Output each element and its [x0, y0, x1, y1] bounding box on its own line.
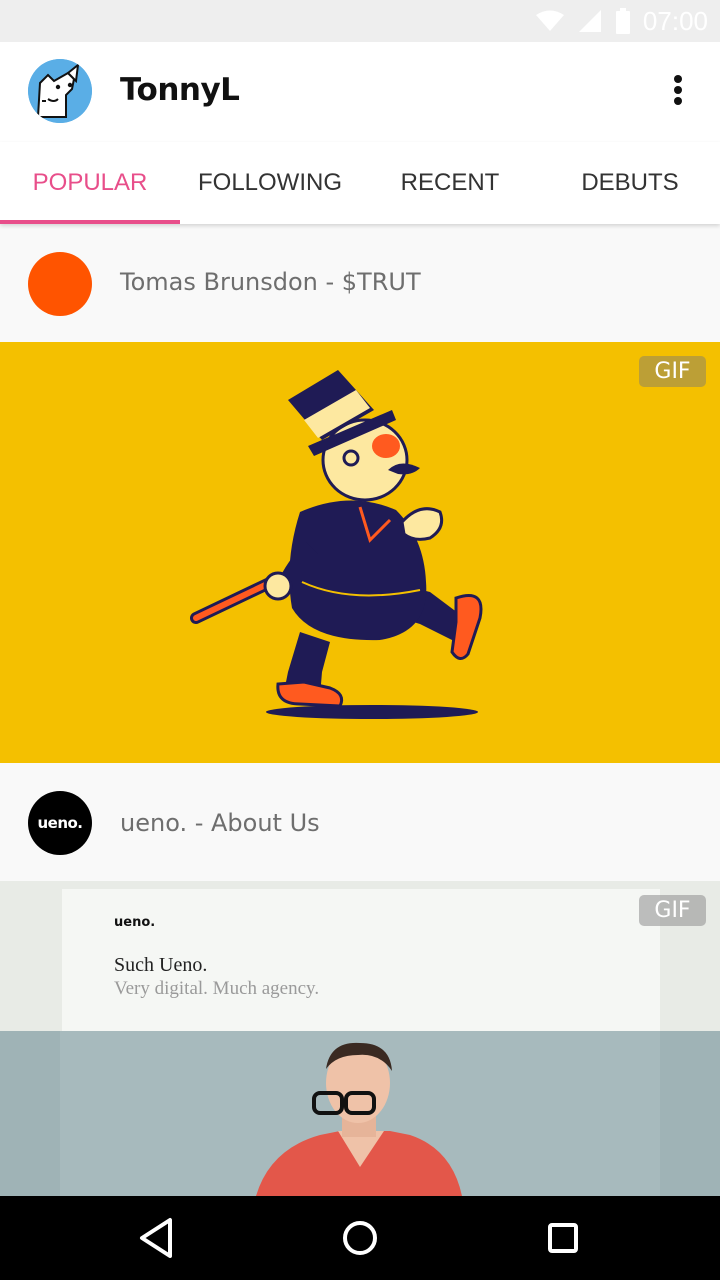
walking-gentleman-illustration	[190, 370, 483, 719]
app-bar: TonnyL	[0, 42, 720, 142]
preview-headline: Such Ueno.	[114, 954, 208, 976]
shot-title: ueno. - About Us	[120, 809, 320, 837]
shot-image[interactable]: GIF	[0, 342, 720, 763]
shot-header[interactable]: ueno. ueno. - About Us	[0, 763, 720, 881]
gif-badge: GIF	[639, 356, 706, 387]
shot-title: Tomas Brunsdon - $TRUT	[120, 268, 421, 296]
app-title: TonnyL	[120, 72, 240, 108]
more-vert-icon[interactable]	[666, 72, 690, 112]
home-icon[interactable]	[330, 1210, 390, 1266]
author-avatar[interactable]	[28, 252, 92, 316]
back-icon[interactable]	[128, 1210, 188, 1266]
status-bar: 07:00	[0, 0, 720, 42]
shot-image[interactable]: ueno. Such Ueno. Very digital. Much agen…	[0, 881, 720, 1196]
status-time: 07:00	[642, 5, 708, 36]
dog-avatar-icon	[28, 59, 92, 123]
tab-indicator	[0, 220, 180, 224]
ueno-logo: ueno.	[37, 814, 83, 832]
status-icons: 07:00	[535, 5, 708, 36]
preview-brand: ueno.	[114, 915, 156, 930]
shot-header[interactable]: Tomas Brunsdon - $TRUT	[0, 224, 720, 342]
gif-badge: GIF	[639, 895, 706, 926]
recents-icon[interactable]	[533, 1210, 593, 1266]
person-photo	[60, 1031, 660, 1196]
tab-debuts[interactable]: DEBUTS	[540, 142, 720, 224]
preview-tagline: Very digital. Much agency.	[114, 978, 320, 999]
tab-recent[interactable]: RECENT	[360, 142, 540, 224]
battery-icon	[615, 8, 630, 34]
wifi-icon	[535, 10, 564, 31]
author-avatar[interactable]: ueno.	[28, 791, 92, 855]
signal-icon	[578, 10, 601, 32]
tab-popular[interactable]: POPULAR	[0, 142, 180, 224]
user-avatar[interactable]	[28, 59, 92, 123]
tab-following[interactable]: FOLLOWING	[180, 142, 360, 224]
preview-page: ueno. Such Ueno. Very digital. Much agen…	[62, 889, 660, 1031]
navigation-bar	[0, 1196, 720, 1280]
tab-bar: POPULAR FOLLOWING RECENT DEBUTS	[0, 142, 720, 224]
preview-video-frame	[0, 1031, 720, 1196]
